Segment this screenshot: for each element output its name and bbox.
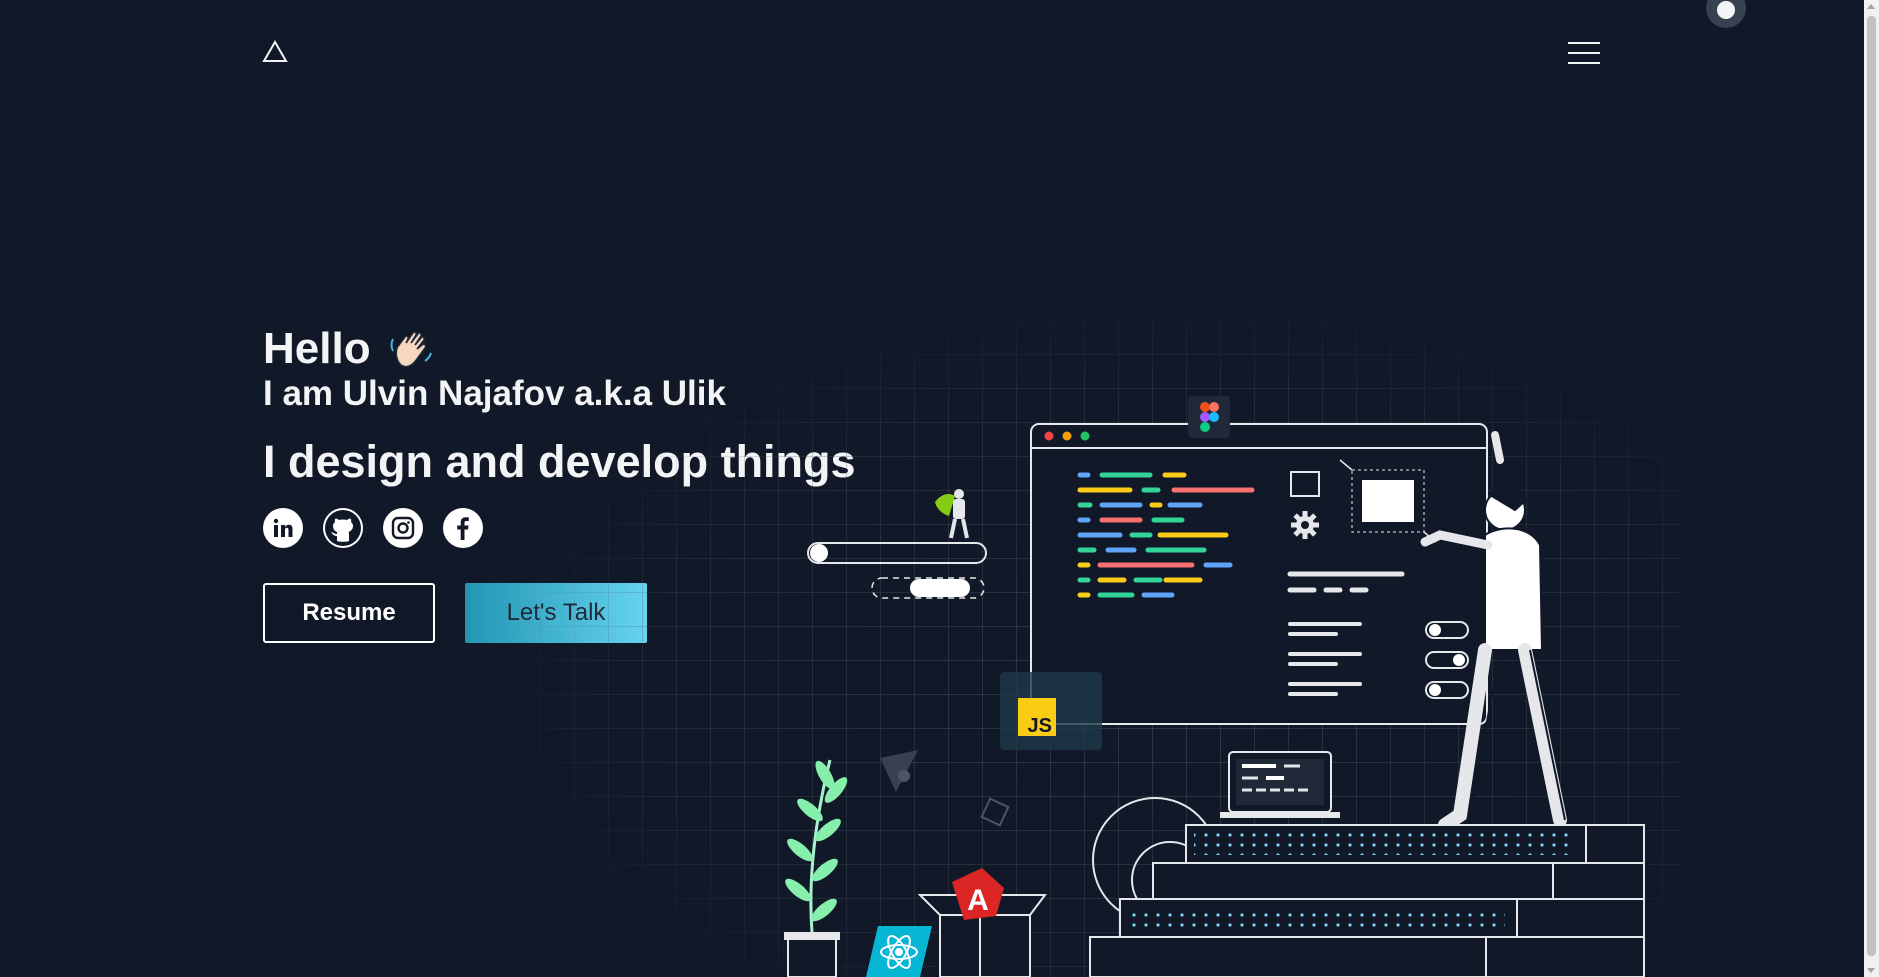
javascript-icon: JS (1000, 672, 1102, 750)
page: Hello I am Ulvin Najafov a.k.a Ulik I de… (0, 0, 1879, 977)
laptop-icon (1220, 751, 1340, 818)
hamburger-menu-icon[interactable] (1568, 42, 1600, 68)
theme-toggle-icon[interactable] (1706, 0, 1746, 28)
github-icon[interactable] (323, 508, 363, 548)
svg-text:A: A (967, 884, 989, 917)
linkedin-icon[interactable] (263, 508, 303, 548)
scroll-down-arrow-icon[interactable] (1867, 968, 1875, 973)
page-scrollbar[interactable] (1864, 0, 1879, 977)
instagram-icon[interactable] (383, 508, 423, 548)
scroll-up-arrow-icon[interactable] (1867, 4, 1875, 9)
triangle-logo-icon[interactable] (262, 40, 288, 64)
figma-icon (1188, 396, 1230, 438)
waving-hand-icon (387, 325, 435, 373)
facebook-icon[interactable] (443, 508, 483, 548)
developer-illustration: JS A (540, 320, 1680, 977)
scrollbar-thumb[interactable] (1867, 16, 1876, 956)
gear-icon (1291, 511, 1319, 539)
js-badge-text: JS (1028, 715, 1052, 737)
greeting-text: Hello (263, 324, 371, 373)
resume-button[interactable]: Resume (263, 583, 435, 643)
